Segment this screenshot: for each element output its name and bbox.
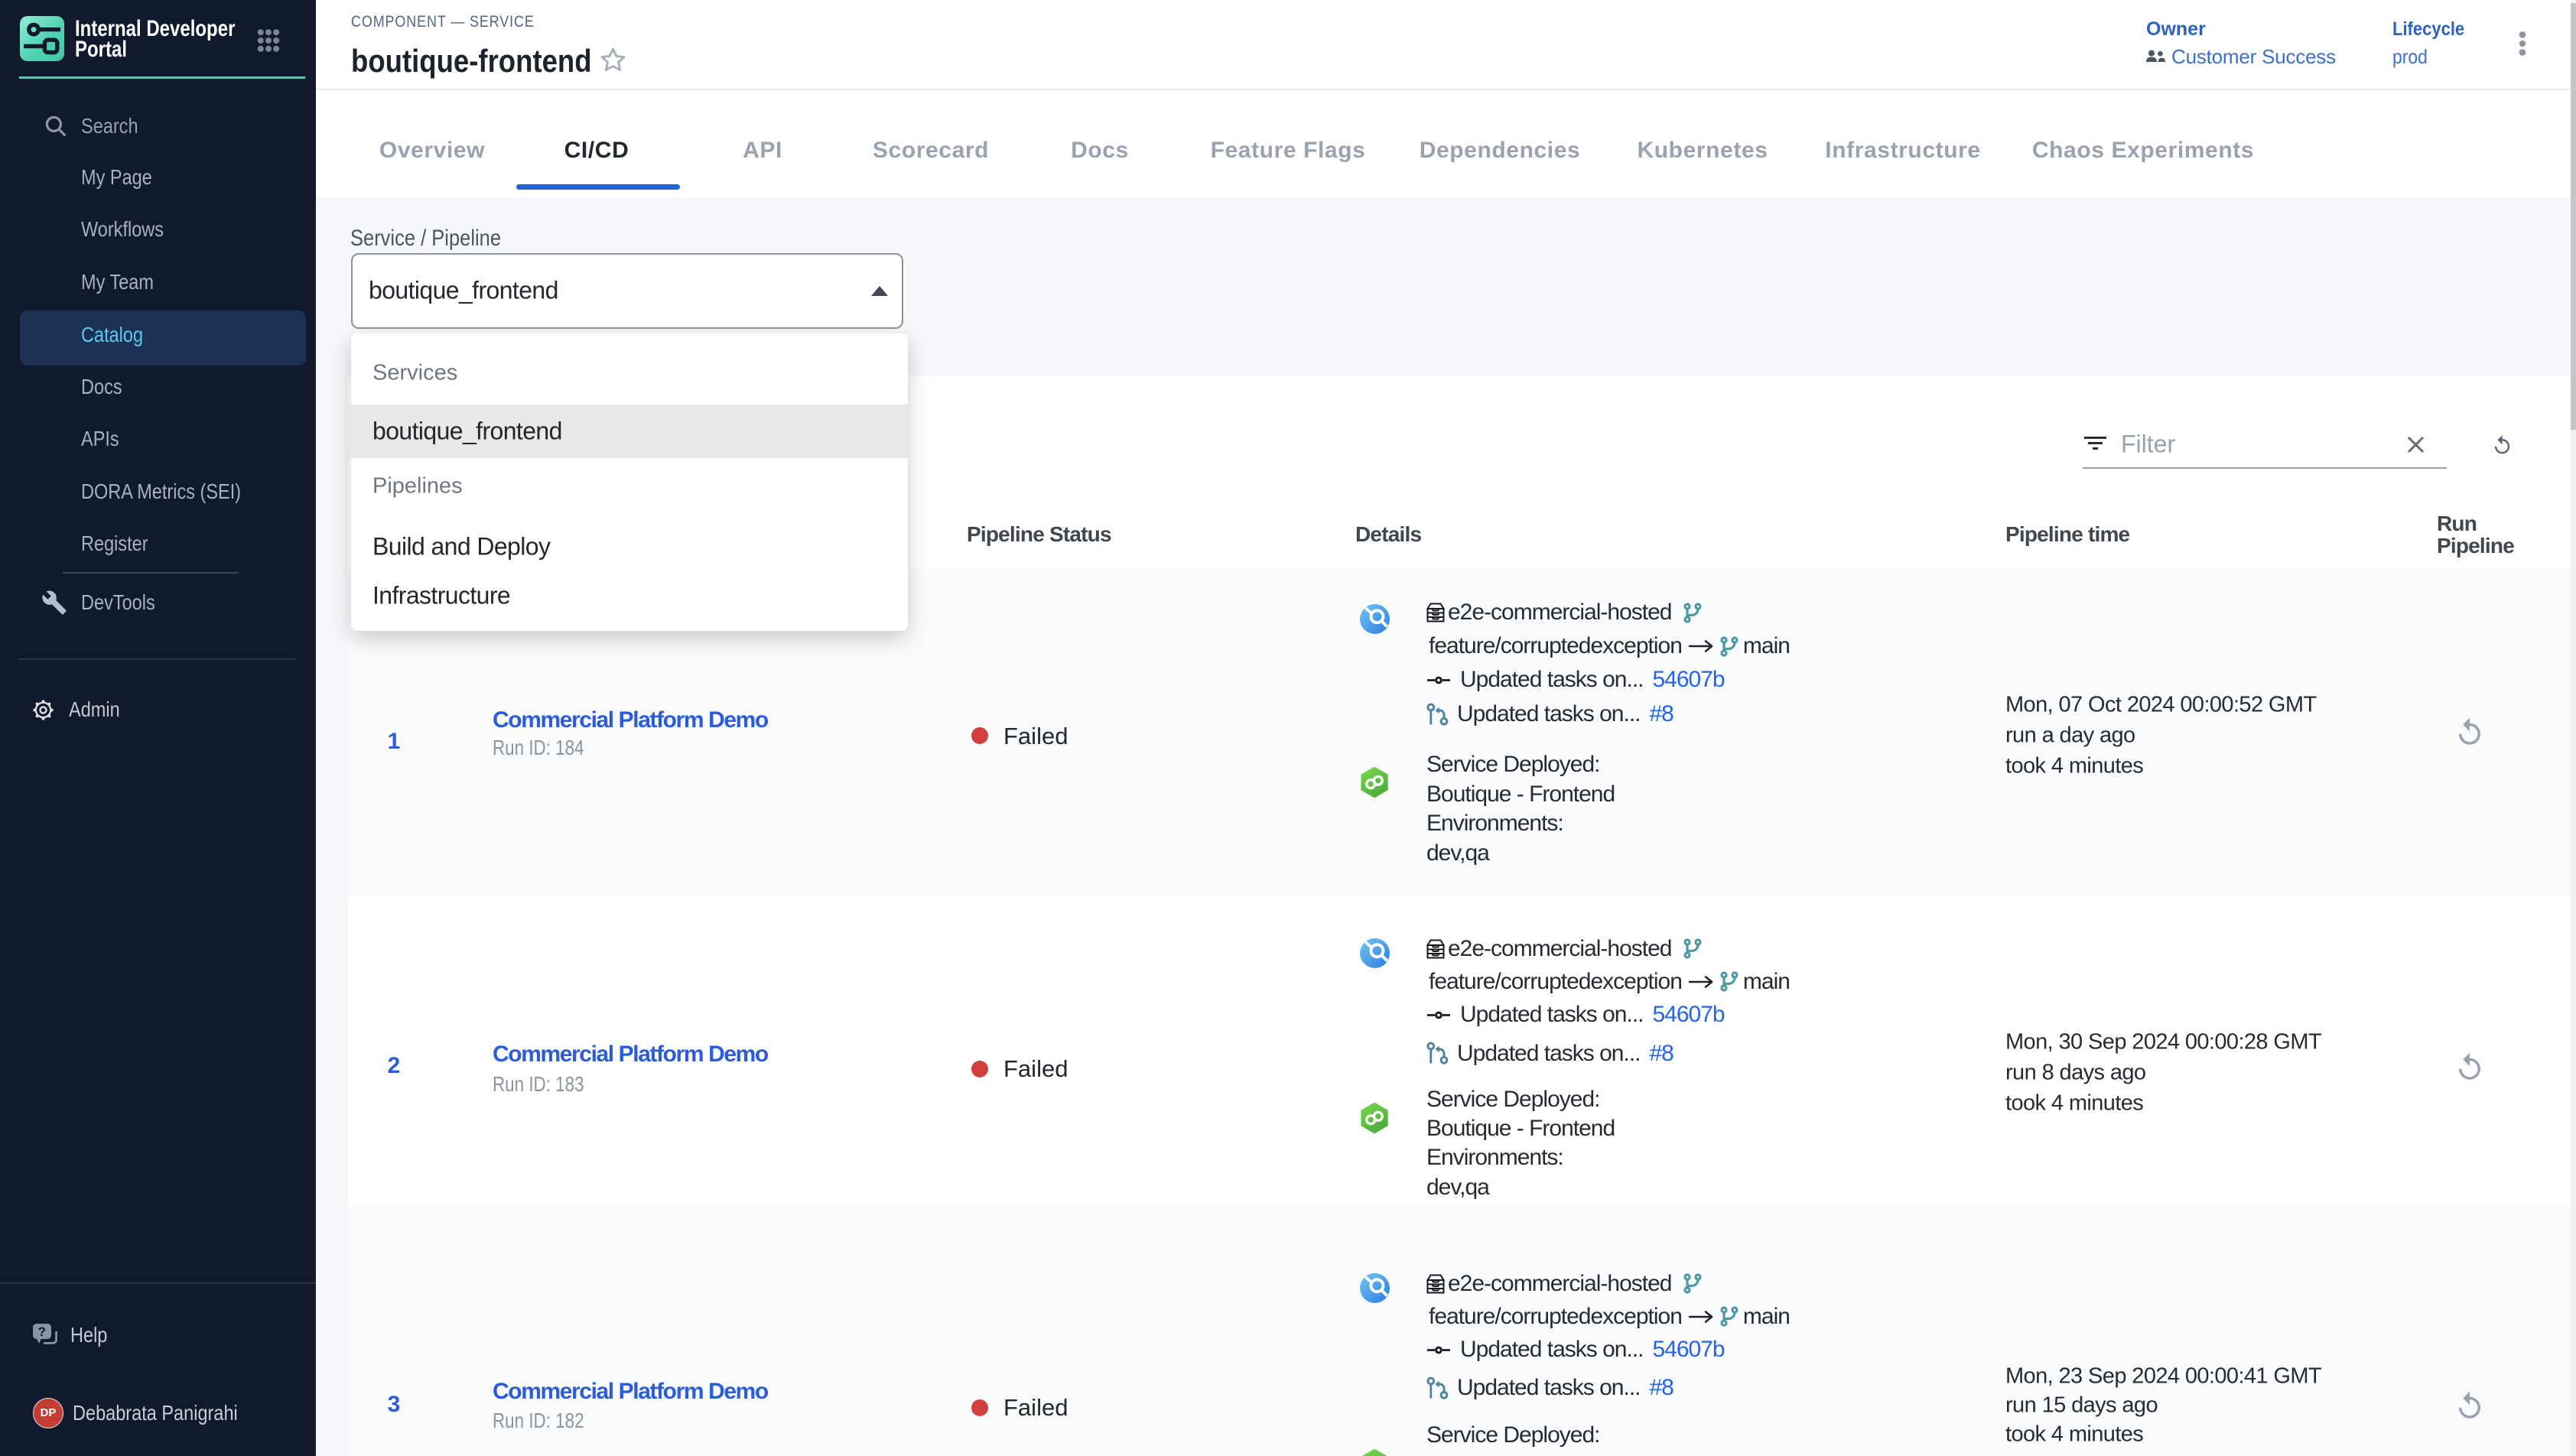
svg-text:?: ? bbox=[38, 1324, 46, 1339]
